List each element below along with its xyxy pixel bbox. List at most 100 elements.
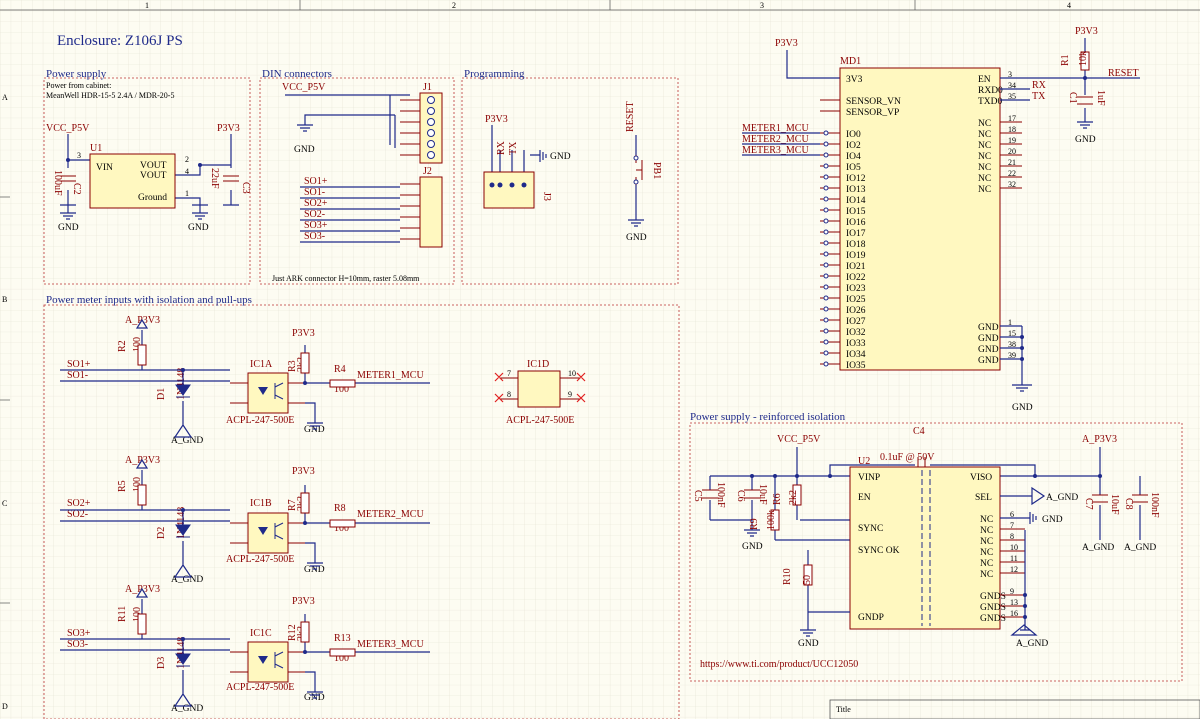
- sheet-title: Enclosure: Z106J PS: [57, 33, 183, 49]
- md1-pin-label: TXD0: [978, 97, 1003, 107]
- resistor: [300, 621, 310, 643]
- net-label: SO3-: [304, 231, 325, 242]
- net-label: SO2+: [67, 498, 91, 509]
- net-label: METER3_MCU: [357, 639, 424, 650]
- net-label: RX: [496, 140, 507, 155]
- section-title: Programming: [464, 68, 525, 80]
- ref: R4: [334, 364, 346, 375]
- ref: C6: [735, 490, 746, 502]
- md1-pin-label: IO17: [846, 229, 866, 239]
- md1-pin-label: 3V3: [846, 75, 863, 85]
- md1-pin-label: NC: [978, 141, 991, 151]
- md1-pin-label: IO16: [846, 218, 866, 228]
- md1-pin-label: IO15: [846, 207, 866, 217]
- net-label: GND: [1075, 135, 1096, 145]
- optocoupler: [247, 641, 289, 683]
- j2-connector: [419, 176, 443, 248]
- md1-pin-label: SENSOR_VN: [846, 97, 901, 107]
- net-label: METER2_MCU: [742, 134, 809, 145]
- svg-text:1: 1: [185, 189, 189, 198]
- svg-text:4: 4: [185, 167, 189, 176]
- net-label: SO3+: [67, 628, 91, 639]
- md1-pin-label: GND: [978, 334, 999, 344]
- pin-end: [823, 339, 829, 345]
- net-label: TX: [1032, 91, 1046, 102]
- value: 100nF: [1149, 492, 1160, 518]
- svg-text:8: 8: [507, 390, 511, 399]
- schematic-sheet: 1 2 3 4 A B C D Enclosure: Z106J PS Powe…: [0, 0, 1200, 719]
- resistor: [137, 613, 147, 635]
- ref: R11: [117, 606, 128, 622]
- md1-pin-label: IO26: [846, 306, 866, 316]
- ref: R8: [334, 503, 346, 514]
- svg-text:3: 3: [77, 151, 81, 160]
- value: 10uF: [757, 484, 768, 505]
- section-title: Power supply - reinforced isolation: [690, 411, 846, 423]
- pin-label: VISO: [970, 473, 992, 483]
- net-label: GND: [742, 542, 763, 552]
- pin-end: [823, 141, 829, 147]
- net-label: SO1-: [67, 370, 88, 381]
- value: 1N4148: [176, 637, 187, 669]
- svg-text:7: 7: [507, 369, 511, 378]
- ref: J1: [423, 82, 432, 93]
- net-label: P3V3: [1075, 26, 1098, 37]
- net-label: A_GND: [1046, 493, 1078, 503]
- md1-pin-label: NC: [978, 119, 991, 129]
- net-label: P3V3: [775, 38, 798, 49]
- j3-header: [483, 171, 535, 209]
- net-label: GND: [1012, 403, 1033, 413]
- value: ACPL-247-500E: [506, 415, 574, 426]
- ref: U1: [90, 143, 102, 154]
- pin-end: [823, 328, 829, 334]
- net-label: GND: [626, 233, 647, 243]
- pin-end: [823, 196, 829, 202]
- md1-pin-label: SENSOR_VP: [846, 108, 899, 118]
- resistor: [300, 492, 310, 514]
- md1-pin-label: IO5: [846, 163, 861, 173]
- ref: R10: [782, 568, 793, 585]
- ref: C1: [1067, 92, 1078, 104]
- ref: C2: [71, 183, 82, 195]
- section-title: DIN connectors: [262, 68, 332, 80]
- junction: [181, 637, 185, 641]
- svg-text:2: 2: [185, 155, 189, 164]
- md1-pin-label: IO13: [846, 185, 866, 195]
- u2-pin-label: NC: [980, 526, 993, 536]
- zone-col-3: 3: [760, 1, 764, 10]
- u2-pin-label: GNDS: [980, 603, 1006, 613]
- pin-end: [823, 262, 829, 268]
- net-label: METER2_MCU: [357, 509, 424, 520]
- net-label: SO1+: [304, 176, 328, 187]
- md1-pin-label: IO18: [846, 240, 866, 250]
- note: Just ARK connector H=10mm, raster 5.08mm: [272, 274, 420, 283]
- pin-end: [823, 295, 829, 301]
- net-label: GND: [294, 145, 315, 155]
- md1-pin-label: IO25: [846, 295, 866, 305]
- net-label: P3V3: [292, 596, 315, 607]
- pin-end: [823, 130, 829, 136]
- net-label: GND: [1042, 515, 1063, 525]
- pin-end: [823, 174, 829, 180]
- zone-row-b: B: [2, 295, 7, 304]
- zone-col-4: 4: [1067, 1, 1071, 10]
- value: 1N4148: [176, 368, 187, 400]
- md1-pin-label: IO2: [846, 141, 861, 151]
- value: ACPL-247-500E: [226, 415, 294, 426]
- md1-pin-label: IO0: [846, 130, 861, 140]
- md1-pin-label: NC: [978, 130, 991, 140]
- pin-end: [823, 207, 829, 213]
- md1-pin-label: IO14: [846, 196, 866, 206]
- u2-pin-label: NC: [980, 548, 993, 558]
- u2-pin-label: NC: [980, 515, 993, 525]
- section-title: Power meter inputs with isolation and pu…: [46, 294, 252, 306]
- note: Power from cabinet:: [46, 81, 111, 90]
- reference-link[interactable]: https://www.ti.com/product/UCC12050: [700, 659, 858, 670]
- ref: C5: [692, 490, 703, 502]
- md1-pin-label: IO21: [846, 262, 866, 272]
- u2-pin-label: GNDS: [980, 614, 1006, 624]
- net-label: SO1+: [67, 359, 91, 370]
- value: ACPL-247-500E: [226, 554, 294, 565]
- ref: J3: [541, 192, 552, 201]
- md1-pin-label: NC: [978, 163, 991, 173]
